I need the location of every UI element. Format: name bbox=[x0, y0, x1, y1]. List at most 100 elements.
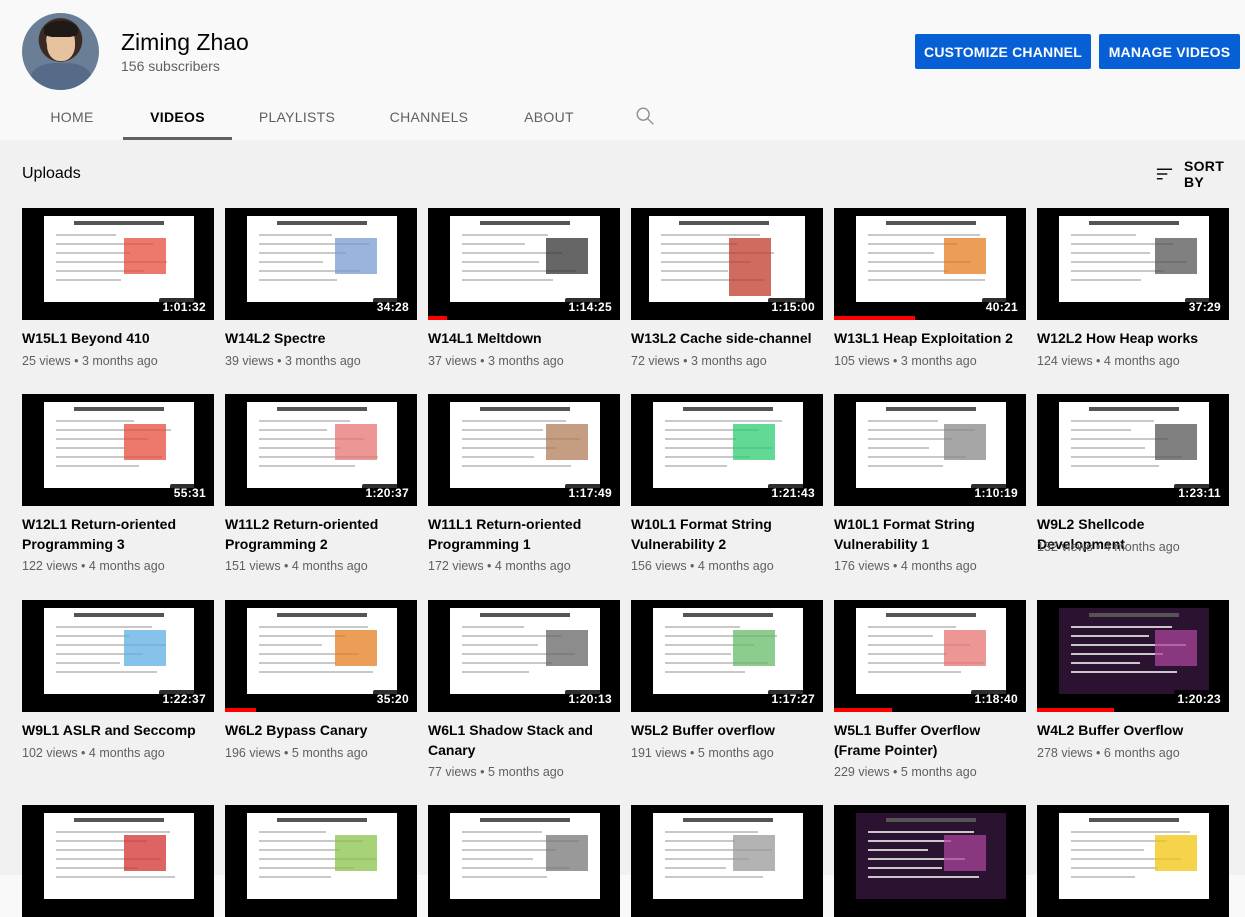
video-thumbnail[interactable]: 1:20:13 bbox=[428, 600, 620, 712]
video-thumbnail[interactable]: 35:20 bbox=[225, 600, 417, 712]
video-title[interactable]: W12L2 How Heap works bbox=[1037, 328, 1227, 348]
video-thumbnail[interactable] bbox=[1037, 805, 1229, 917]
video-thumbnail[interactable]: 1:01:32 bbox=[22, 208, 214, 320]
video-title[interactable]: W6L1 Shadow Stack and Canary bbox=[428, 720, 618, 760]
video-meta: 151 views • 4 months ago bbox=[225, 559, 368, 573]
video-meta: 102 views • 4 months ago bbox=[22, 746, 165, 760]
video-meta: 172 views • 4 months ago bbox=[428, 559, 571, 573]
video-title[interactable]: W10L1 Format String Vulnerability 2 bbox=[631, 514, 821, 554]
search-icon[interactable] bbox=[634, 105, 656, 127]
slide-preview bbox=[247, 402, 397, 488]
video-thumbnail[interactable] bbox=[22, 805, 214, 917]
video-meta: 196 views • 5 months ago bbox=[225, 746, 368, 760]
slide-preview bbox=[1059, 402, 1209, 488]
channel-name: Ziming Zhao bbox=[121, 29, 249, 55]
video-thumbnail[interactable]: 34:28 bbox=[225, 208, 417, 320]
video-thumbnail[interactable]: 1:10:19 bbox=[834, 394, 1026, 506]
slide-preview bbox=[450, 813, 600, 899]
tab-videos[interactable]: VIDEOS bbox=[123, 96, 232, 140]
watch-progress-bar bbox=[428, 316, 448, 320]
video-title[interactable]: W5L1 Buffer Overflow (Frame Pointer) bbox=[834, 720, 1024, 760]
video-meta: 39 views • 3 months ago bbox=[225, 354, 361, 368]
video-title[interactable]: W11L1 Return-oriented Programming 1 bbox=[428, 514, 618, 554]
video-thumbnail[interactable]: 1:17:49 bbox=[428, 394, 620, 506]
video-thumbnail[interactable]: 1:21:43 bbox=[631, 394, 823, 506]
video-duration: 1:17:27 bbox=[767, 690, 819, 708]
video-thumbnail[interactable]: 1:23:11 bbox=[1037, 394, 1229, 506]
video-thumbnail[interactable] bbox=[834, 805, 1026, 917]
slide-preview bbox=[653, 813, 803, 899]
watch-progress-bar bbox=[834, 316, 915, 320]
slide-preview bbox=[44, 608, 194, 694]
tab-channels[interactable]: CHANNELS bbox=[384, 96, 474, 138]
video-duration: 1:14:25 bbox=[564, 298, 616, 316]
video-thumbnail[interactable] bbox=[428, 805, 620, 917]
video-meta: 176 views • 4 months ago bbox=[834, 559, 977, 573]
slide-preview bbox=[450, 402, 600, 488]
video-thumbnail[interactable] bbox=[631, 805, 823, 917]
video-thumbnail[interactable]: 1:20:37 bbox=[225, 394, 417, 506]
customize-channel-button[interactable]: CUSTOMIZE CHANNEL bbox=[915, 34, 1091, 69]
video-meta: 72 views • 3 months ago bbox=[631, 354, 767, 368]
slide-preview bbox=[856, 216, 1006, 302]
video-duration: 1:17:49 bbox=[564, 484, 616, 502]
slide-preview bbox=[247, 608, 397, 694]
video-meta: 278 views • 6 months ago bbox=[1037, 746, 1180, 760]
video-duration: 40:21 bbox=[981, 298, 1022, 316]
video-thumbnail[interactable] bbox=[225, 805, 417, 917]
video-thumbnail[interactable]: 1:20:23 bbox=[1037, 600, 1229, 712]
video-thumbnail[interactable]: 1:22:37 bbox=[22, 600, 214, 712]
slide-preview bbox=[44, 216, 194, 302]
video-title[interactable]: W6L2 Bypass Canary bbox=[225, 720, 415, 740]
video-title[interactable]: W13L2 Cache side-channel bbox=[631, 328, 821, 348]
video-thumbnail[interactable]: 1:17:27 bbox=[631, 600, 823, 712]
slide-preview bbox=[247, 813, 397, 899]
video-meta: 229 views • 5 months ago bbox=[834, 765, 977, 779]
video-duration: 1:21:43 bbox=[767, 484, 819, 502]
video-duration: 1:20:37 bbox=[361, 484, 413, 502]
video-title[interactable]: W4L2 Buffer Overflow bbox=[1037, 720, 1227, 740]
channel-tabs: HOME VIDEOS PLAYLISTS CHANNELS ABOUT bbox=[0, 96, 1245, 140]
channel-avatar[interactable] bbox=[22, 13, 99, 90]
slide-preview bbox=[247, 216, 397, 302]
video-thumbnail[interactable]: 40:21 bbox=[834, 208, 1026, 320]
slide-preview bbox=[856, 402, 1006, 488]
tab-playlists[interactable]: PLAYLISTS bbox=[252, 96, 342, 138]
video-duration: 1:20:23 bbox=[1173, 690, 1225, 708]
video-duration: 34:28 bbox=[372, 298, 413, 316]
video-duration: 1:18:40 bbox=[970, 690, 1022, 708]
video-duration: 55:31 bbox=[169, 484, 210, 502]
video-title[interactable]: W5L2 Buffer overflow bbox=[631, 720, 821, 740]
video-thumbnail[interactable]: 1:15:00 bbox=[631, 208, 823, 320]
video-meta: 132 views • 4 months ago bbox=[1037, 540, 1180, 554]
video-meta: 25 views • 3 months ago bbox=[22, 354, 158, 368]
manage-videos-button[interactable]: MANAGE VIDEOS bbox=[1099, 34, 1240, 69]
video-title[interactable]: W14L1 Meltdown bbox=[428, 328, 618, 348]
video-title[interactable]: W9L1 ASLR and Seccomp bbox=[22, 720, 212, 740]
video-thumbnail[interactable]: 37:29 bbox=[1037, 208, 1229, 320]
video-thumbnail[interactable]: 1:18:40 bbox=[834, 600, 1026, 712]
video-title[interactable]: W11L2 Return-oriented Programming 2 bbox=[225, 514, 415, 554]
video-duration: 1:22:37 bbox=[158, 690, 210, 708]
video-duration: 1:10:19 bbox=[970, 484, 1022, 502]
video-title[interactable]: W13L1 Heap Exploitation 2 bbox=[834, 328, 1024, 348]
video-title[interactable]: W12L1 Return-oriented Programming 3 bbox=[22, 514, 212, 554]
video-title[interactable]: W10L1 Format String Vulnerability 1 bbox=[834, 514, 1024, 554]
sort-by-button[interactable]: SORT BY bbox=[1155, 158, 1245, 190]
tab-home[interactable]: HOME bbox=[40, 96, 104, 138]
video-duration: 37:29 bbox=[1184, 298, 1225, 316]
slide-preview bbox=[856, 813, 1006, 899]
video-meta: 156 views • 4 months ago bbox=[631, 559, 774, 573]
tab-about[interactable]: ABOUT bbox=[514, 96, 584, 138]
watch-progress-bar bbox=[225, 708, 256, 712]
video-duration: 1:23:11 bbox=[1174, 484, 1225, 502]
video-thumbnail[interactable]: 55:31 bbox=[22, 394, 214, 506]
slide-preview bbox=[649, 216, 805, 302]
video-thumbnail[interactable]: 1:14:25 bbox=[428, 208, 620, 320]
sort-by-label: SORT BY bbox=[1183, 158, 1225, 190]
video-title[interactable]: W14L2 Spectre bbox=[225, 328, 415, 348]
video-meta: 122 views • 4 months ago bbox=[22, 559, 165, 573]
video-title[interactable]: W15L1 Beyond 410 bbox=[22, 328, 212, 348]
video-duration: 1:15:00 bbox=[767, 298, 819, 316]
watch-progress-bar bbox=[834, 708, 892, 712]
